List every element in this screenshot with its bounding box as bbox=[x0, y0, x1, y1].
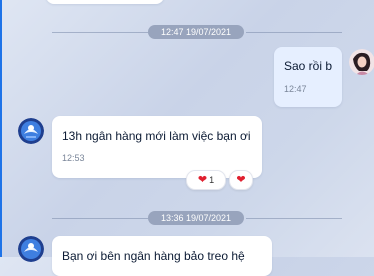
received-message-bubble[interactable]: 13h ngân hàng mới làm việc bạn ơi 12:53 bbox=[52, 116, 262, 178]
message-text: Sao rồi b bbox=[284, 59, 333, 73]
user-avatar[interactable] bbox=[349, 49, 374, 75]
date-separator: 12:47 19/07/2021 bbox=[52, 25, 342, 39]
window-edge-accent bbox=[0, 0, 2, 257]
avatar-blue-emblem-icon bbox=[18, 236, 44, 262]
message-time: 12:53 bbox=[62, 153, 85, 163]
message-time: 12:47 bbox=[284, 84, 307, 94]
message-text: 13h ngân hàng mới làm việc bạn ơi bbox=[62, 129, 251, 143]
timestamp-pill: 13:36 19/07/2021 bbox=[148, 211, 244, 225]
heart-icon: ❤ bbox=[197, 173, 208, 186]
sent-message-bubble[interactable]: Sao rồi b 12:47 bbox=[274, 47, 342, 107]
previous-message-bubble[interactable] bbox=[46, 0, 164, 4]
reaction-badge[interactable]: ❤ 1 bbox=[186, 170, 226, 190]
add-reaction-button[interactable]: ❤ bbox=[229, 170, 253, 190]
received-message-bubble[interactable]: Bạn ơi bên ngân hàng bảo treo hệ bbox=[52, 236, 272, 276]
date-separator: 13:36 19/07/2021 bbox=[52, 211, 342, 225]
contact-avatar[interactable] bbox=[18, 236, 44, 262]
message-text: Bạn ơi bên ngân hàng bảo treo hệ bbox=[62, 249, 245, 263]
contact-avatar[interactable] bbox=[18, 118, 44, 144]
avatar-photo-icon bbox=[349, 49, 374, 75]
timestamp-pill: 12:47 19/07/2021 bbox=[148, 25, 244, 39]
avatar-blue-emblem-icon bbox=[18, 118, 44, 144]
reaction-count: 1 bbox=[209, 175, 215, 185]
heart-icon: ❤ bbox=[236, 173, 246, 186]
